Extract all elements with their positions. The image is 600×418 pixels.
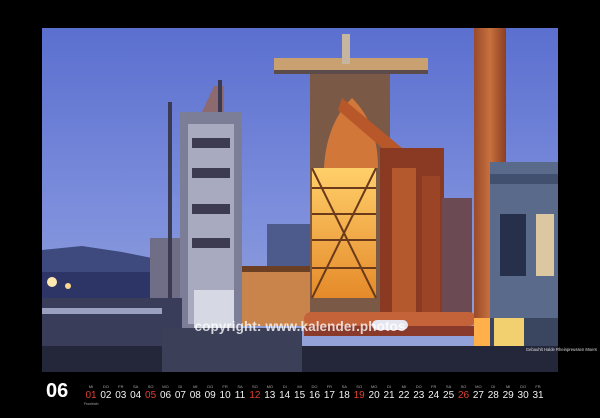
calendar-day: SA 04 bbox=[129, 384, 143, 402]
calendar-day: FR 10 bbox=[218, 384, 232, 402]
calendar-day: DO 23 bbox=[412, 384, 426, 402]
day-number: 27 bbox=[472, 390, 484, 401]
day-number: 07 bbox=[174, 390, 186, 401]
day-number: 10 bbox=[219, 390, 231, 401]
calendar-day: DO 30 bbox=[516, 384, 530, 402]
day-number: 13 bbox=[264, 390, 276, 401]
calendar-day: SA 11 bbox=[233, 384, 247, 402]
calendar-day: DO 02 bbox=[99, 384, 113, 402]
calendar-day: SA 25 bbox=[442, 384, 456, 402]
month-number: 06 bbox=[46, 380, 69, 402]
day-number: 22 bbox=[398, 390, 410, 401]
holiday-note: Fronleich bbox=[84, 402, 99, 406]
day-number: 28 bbox=[487, 390, 499, 401]
calendar-day: DO 16 bbox=[308, 384, 322, 402]
day-number: 04 bbox=[130, 390, 142, 401]
calendar-day: SO 26 bbox=[457, 384, 471, 402]
calendar-day: DO 09 bbox=[203, 384, 217, 402]
day-number: 05 bbox=[145, 390, 157, 401]
calendar-day: SO 19 bbox=[352, 384, 366, 402]
day-number: 16 bbox=[308, 390, 321, 401]
day-number: 24 bbox=[428, 390, 440, 401]
day-number: 25 bbox=[443, 390, 455, 401]
calendar-day: SA 18 bbox=[337, 384, 351, 402]
calendar-day: FR 31 bbox=[531, 384, 545, 402]
day-number: 08 bbox=[189, 390, 201, 401]
calendar-day: MO 20 bbox=[367, 384, 381, 402]
calendar-day: DI 14 bbox=[278, 384, 292, 402]
copyright-watermark: copyright: www.kalender.photos bbox=[194, 319, 406, 334]
day-number: 14 bbox=[279, 390, 291, 401]
day-number: 30 bbox=[517, 390, 529, 401]
day-number: 11 bbox=[234, 390, 246, 401]
photo-caption: Gebauhlt Halde Rheinpreussen Moers bbox=[525, 347, 597, 352]
day-number: 01 bbox=[85, 390, 97, 401]
day-number: 20 bbox=[368, 390, 380, 401]
calendar-day: MI 01 Fronleich bbox=[84, 384, 98, 406]
calendar-day: MI 29 bbox=[501, 384, 515, 402]
day-number: 29 bbox=[502, 390, 514, 401]
day-number: 09 bbox=[204, 390, 216, 401]
calendar-day: DI 28 bbox=[486, 384, 500, 402]
day-number: 26 bbox=[457, 390, 470, 401]
day-number: 19 bbox=[353, 390, 365, 401]
calendar-day: MO 06 bbox=[159, 384, 173, 402]
calendar-day: SO 12 bbox=[248, 384, 262, 402]
day-number: 12 bbox=[249, 390, 261, 401]
day-number: 15 bbox=[294, 390, 306, 401]
calendar-day: DI 07 bbox=[173, 384, 187, 402]
calendar-day: MI 15 bbox=[293, 384, 307, 402]
day-number: 17 bbox=[323, 390, 335, 401]
day-strip: MI 01 Fronleich DO 02 FR 03 SA 04 SO 05 MO 06 DI 07 MI 0… bbox=[84, 384, 544, 412]
calendar-day: FR 24 bbox=[427, 384, 441, 402]
day-number: 23 bbox=[413, 390, 425, 401]
calendar-day: MO 27 bbox=[471, 384, 485, 402]
calendar-day: FR 17 bbox=[322, 384, 336, 402]
day-number: 31 bbox=[532, 390, 544, 401]
calendar-day: MI 08 bbox=[188, 384, 202, 402]
day-number: 02 bbox=[100, 390, 112, 401]
day-number: 18 bbox=[338, 390, 350, 401]
calendar-day: FR 03 bbox=[114, 384, 128, 402]
calendar-day: MO 13 bbox=[263, 384, 277, 402]
calendar-day: SO 05 bbox=[144, 384, 158, 402]
day-number: 21 bbox=[383, 390, 395, 401]
calendar-day: DI 21 bbox=[382, 384, 396, 402]
day-number: 03 bbox=[115, 390, 127, 401]
calendar-day: MI 22 bbox=[397, 384, 411, 402]
day-number: 06 bbox=[159, 390, 172, 401]
